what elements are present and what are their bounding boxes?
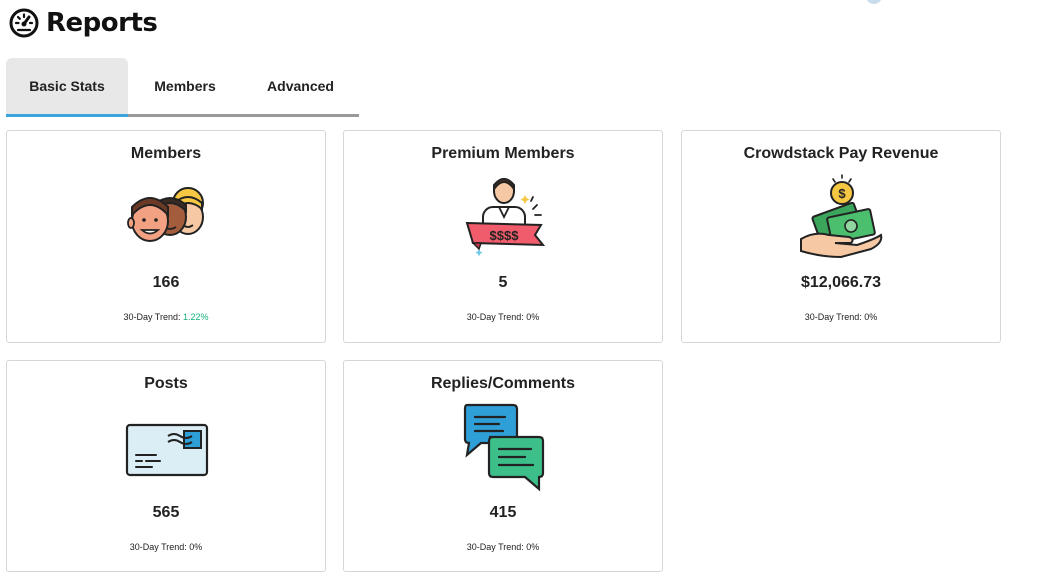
trend-text: 30-Day Trend: 1.22%: [7, 312, 325, 322]
page-title: Reports: [46, 8, 158, 38]
premium-member-icon: $$$$: [465, 178, 546, 257]
tab-basic-stats[interactable]: Basic Stats: [6, 58, 128, 117]
trend-label: 30-Day Trend:: [466, 542, 524, 552]
trend-value: 0%: [864, 312, 878, 322]
premium-badge-text: $$$$: [490, 228, 520, 243]
trend-value: 0%: [189, 542, 203, 552]
trend-value: 1.22%: [183, 312, 209, 322]
trend-text: 30-Day Trend: 0%: [344, 312, 662, 322]
stat-value: 565: [152, 504, 180, 521]
stat-value: 166: [152, 274, 180, 291]
trend-text: 30-Day Trend: 0%: [682, 312, 1000, 322]
stat-value: $12,066.73: [800, 274, 882, 291]
stat-card-posts: Posts 565 30-Day Trend: 0%: [6, 360, 326, 572]
speedometer-icon: [9, 8, 39, 38]
card-title: Members: [130, 145, 202, 162]
stat-value: 415: [489, 504, 517, 521]
trend-text: 30-Day Trend: 0%: [7, 542, 325, 552]
partial-avatar-icon: [866, 0, 882, 4]
report-tabs: Basic Stats Members Advanced: [6, 58, 359, 117]
chat-bubbles-icon: [463, 403, 545, 492]
card-title: Replies/Comments: [430, 375, 576, 392]
stat-card-revenue: Crowdstack Pay Revenue $ $12,066.73 30-D…: [681, 130, 1001, 343]
trend-label: 30-Day Trend:: [129, 542, 187, 552]
envelope-card-icon: [125, 423, 209, 477]
svg-text:$: $: [838, 186, 846, 201]
trend-label: 30-Day Trend:: [466, 312, 524, 322]
trend-text: 30-Day Trend: 0%: [344, 542, 662, 552]
tab-advanced[interactable]: Advanced: [242, 58, 359, 114]
stat-value: 5: [498, 274, 508, 291]
stat-card-premium-members: Premium Members $$$$ 5 30-Day Trend: 0%: [343, 130, 663, 343]
trend-label: 30-Day Trend:: [804, 312, 862, 322]
card-title: Crowdstack Pay Revenue: [743, 145, 939, 162]
reports-page: Reports Basic Stats Members Advanced Mem…: [0, 0, 1056, 584]
trend-value: 0%: [526, 542, 540, 552]
page-header: Reports: [8, 6, 158, 40]
trend-value: 0%: [526, 312, 540, 322]
money-hand-icon: $: [800, 174, 883, 259]
card-title: Premium Members: [431, 145, 575, 162]
stat-card-members: Members 166 30-Day Trend: 1.22%: [6, 130, 326, 343]
stat-card-replies-comments: Replies/Comments 415 30-Day Trend: 0%: [343, 360, 663, 572]
tab-members[interactable]: Members: [128, 58, 242, 114]
members-group-icon: [127, 187, 204, 242]
trend-label: 30-Day Trend:: [123, 312, 181, 322]
card-title: Posts: [144, 375, 188, 392]
